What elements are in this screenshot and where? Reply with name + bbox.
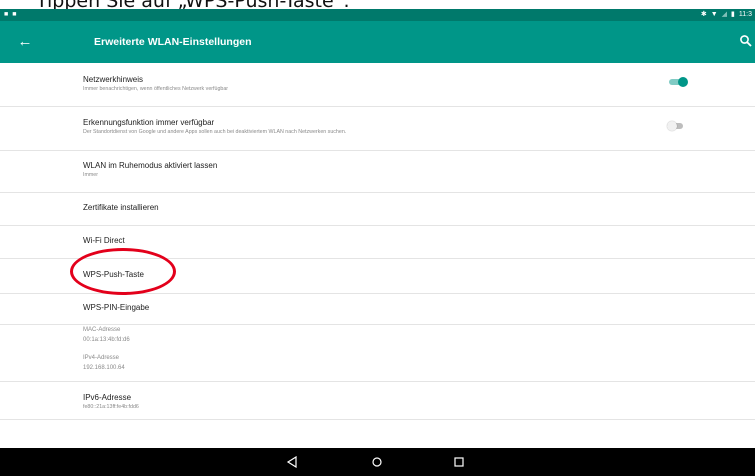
network-notification-toggle[interactable] xyxy=(667,77,689,87)
navigation-bar xyxy=(0,448,755,476)
setting-title: WLAN im Ruhemodus aktiviert lassen xyxy=(83,161,218,170)
notification-icon: ■ xyxy=(4,11,9,18)
setting-subtitle: Der Standortdienst von Google und andere… xyxy=(83,129,347,135)
signal-icon: ◢ xyxy=(721,11,728,18)
setting-title: Netzwerkhinweis xyxy=(83,75,144,84)
setting-title: Erkennungsfunktion immer verfügbar xyxy=(83,118,215,127)
search-icon[interactable] xyxy=(739,34,753,48)
nav-recents-icon[interactable] xyxy=(452,456,466,468)
bluetooth-icon: ✱ xyxy=(700,11,707,18)
status-time: 11:3 xyxy=(738,11,752,18)
toggle-thumb xyxy=(678,77,688,87)
setting-scanning-always-available[interactable]: Erkennungsfunktion immer verfügbar Der S… xyxy=(0,107,755,151)
scanning-toggle[interactable] xyxy=(665,121,687,131)
wifi-icon: ▼ xyxy=(710,11,718,18)
battery-icon: ▮ xyxy=(731,11,735,18)
highlight-circle xyxy=(70,248,176,295)
setting-title: Zertifikate installieren xyxy=(83,203,159,212)
setting-install-certificates[interactable]: Zertifikate installieren xyxy=(0,193,755,226)
setting-network-notification[interactable]: Netzwerkhinweis Immer benachrichtigen, w… xyxy=(0,63,755,107)
ipv6-address-value: fe80::21a:13ff:fe4b:fdd6 xyxy=(83,404,139,410)
mac-address-label: MAC-Adresse xyxy=(83,327,121,333)
setting-wps-pin-entry[interactable]: WPS-PIN-Eingabe xyxy=(0,294,755,325)
setting-keep-wifi-during-sleep[interactable]: WLAN im Ruhemodus aktiviert lassen Immer xyxy=(0,151,755,193)
setting-title: WPS-PIN-Eingabe xyxy=(83,303,150,312)
setting-title: Wi-Fi Direct xyxy=(83,236,125,245)
ipv6-address-label: IPv6-Adresse xyxy=(83,393,132,402)
mac-address-value: 00:1a:13:4b:fd:d6 xyxy=(83,337,130,343)
app-bar: ← Erweiterte WLAN-Einstellungen xyxy=(0,21,755,63)
page-title: Erweiterte WLAN-Einstellungen xyxy=(94,36,252,48)
nav-home-icon[interactable] xyxy=(370,456,384,468)
setting-ipv6-address: IPv6-Adresse fe80::21a:13ff:fe4b:fdd6 xyxy=(0,382,755,420)
toggle-thumb xyxy=(667,121,677,131)
nav-back-icon[interactable] xyxy=(285,456,299,468)
ipv4-address-value: 192.168.100.64 xyxy=(83,365,125,371)
lock-icon: ■ xyxy=(12,11,17,18)
arrow-back-icon[interactable]: ← xyxy=(16,33,34,51)
network-info: MAC-Adresse 00:1a:13:4b:fd:d6 IPv4-Adres… xyxy=(0,325,755,382)
status-bar: ■ ■ ✱ ▼ ◢ ▮ 11:3 xyxy=(0,9,755,21)
ipv4-address-label: IPv4-Adresse xyxy=(83,355,120,361)
setting-subtitle: Immer benachrichtigen, wenn öffentliches… xyxy=(83,86,229,92)
setting-subtitle: Immer xyxy=(83,172,99,178)
